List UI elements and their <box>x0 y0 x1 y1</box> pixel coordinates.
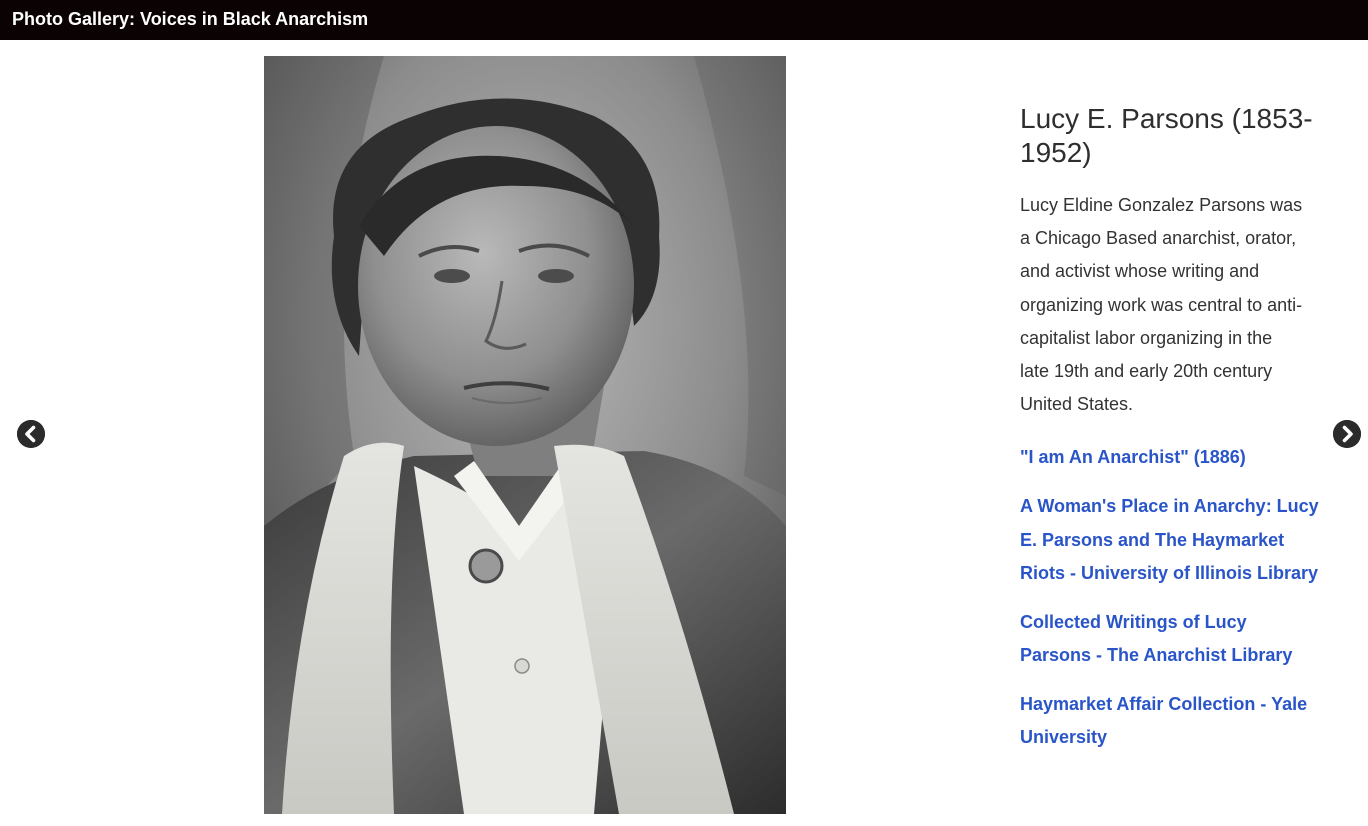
caption-title: Lucy E. Parsons (1853-1952) <box>1020 103 1313 168</box>
caption-panel: Lucy E. Parsons (1853-1952) Lucy Eldine … <box>1020 102 1320 770</box>
link-i-am-an-anarchist[interactable]: "I am An Anarchist" (1886) <box>1020 441 1320 474</box>
previous-slide-button[interactable] <box>17 420 45 448</box>
portrait-image <box>264 56 786 814</box>
chevron-left-icon <box>17 420 45 448</box>
gallery-header: Photo Gallery: Voices in Black Anarchism <box>0 0 1368 40</box>
link-collected-writings[interactable]: Collected Writings of Lucy Parsons - The… <box>1020 606 1320 672</box>
gallery-title: Photo Gallery: Voices in Black Anarchism <box>12 9 369 29</box>
next-slide-button[interactable] <box>1333 420 1361 448</box>
chevron-right-icon <box>1333 420 1361 448</box>
caption-description: Lucy Eldine Gonzalez Parsons was a Chica… <box>1020 195 1303 415</box>
caption-links: "I am An Anarchist" (1886) A Woman's Pla… <box>1020 441 1320 754</box>
link-haymarket-affair-collection[interactable]: Haymarket Affair Collection - Yale Unive… <box>1020 688 1320 754</box>
link-womans-place-in-anarchy[interactable]: A Woman's Place in Anarchy: Lucy E. Pars… <box>1020 490 1320 590</box>
portrait-photo <box>264 56 786 814</box>
